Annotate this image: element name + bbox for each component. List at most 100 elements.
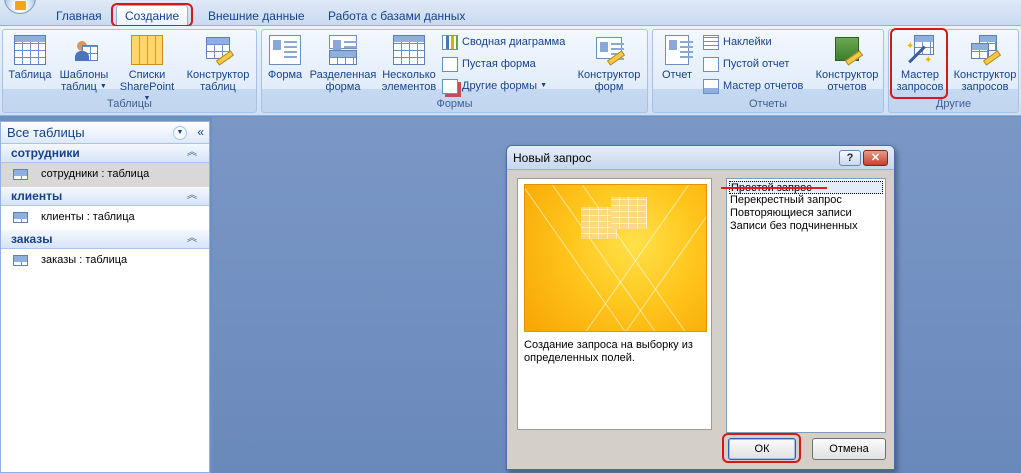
split-form-icon — [327, 35, 359, 65]
nav-group-label: клиенты — [11, 189, 63, 203]
group-tables: Таблица Шаблоны таблиц ▼ Списки SharePoi… — [2, 29, 257, 113]
dialog-title-bar[interactable]: Новый запрос — [507, 146, 894, 170]
report-wizard-button[interactable]: Мастер отчетов — [703, 77, 803, 97]
ok-button[interactable]: ОК — [728, 438, 796, 460]
nav-group-employees[interactable]: сотрудники ︽ — [1, 144, 209, 163]
tab-home[interactable]: Главная — [48, 6, 110, 26]
table-graphic-icon — [611, 197, 647, 229]
group-forms: Форма Разделенная форма Несколько элемен… — [261, 29, 648, 113]
query-designer-label-2: запросов — [961, 81, 1009, 93]
table-designer-label-1: Конструктор — [186, 69, 250, 81]
form-icon — [269, 35, 301, 65]
navigation-pane: Все таблицы ▼ « сотрудники ︽ сотрудники … — [0, 121, 210, 473]
multiple-items-icon — [393, 35, 425, 65]
query-option-duplicates[interactable]: Повторяющиеся записи — [729, 207, 883, 220]
form-designer-label-2: форм — [594, 81, 624, 93]
nav-header-label: Все таблицы — [7, 125, 85, 140]
nav-group-label: заказы — [11, 232, 53, 246]
table-button[interactable]: Таблица — [5, 33, 55, 97]
nav-collapse-icon[interactable]: « — [197, 122, 204, 143]
group-tables-label: Таблицы — [107, 98, 152, 110]
report-designer-label-1: Конструктор — [815, 69, 879, 81]
report-designer-button[interactable]: Конструктор отчетов — [811, 33, 883, 97]
table-templates-button[interactable]: Шаблоны таблиц ▼ — [57, 33, 111, 97]
nav-group-label: сотрудники — [11, 146, 80, 160]
nav-header[interactable]: Все таблицы ▼ « — [1, 122, 209, 144]
sharepoint-lists-button[interactable]: Списки SharePoint ▼ — [115, 33, 179, 102]
table-templates-label-1: Шаблоны — [59, 69, 109, 81]
query-wizard-icon: ✦ ✦ — [904, 35, 936, 66]
query-wizard-label-1: Мастер — [900, 69, 940, 81]
table-icon — [13, 212, 28, 223]
more-forms-label: Другие формы — [462, 80, 538, 92]
report-wizard-label: Мастер отчетов — [723, 80, 804, 92]
blank-form-label: Пустая форма — [462, 58, 536, 70]
highlight-simple-query-underline — [721, 187, 827, 189]
query-type-list[interactable]: Простой запрос Перекрестный запрос Повто… — [726, 178, 886, 433]
report-designer-label-2: отчетов — [827, 81, 867, 93]
query-option-unmatched[interactable]: Записи без подчиненных — [729, 220, 883, 233]
nav-group-orders[interactable]: заказы ︽ — [1, 230, 209, 249]
help-button[interactable]: ? — [839, 150, 861, 166]
report-label: Отчет — [661, 69, 693, 81]
split-form-label-1: Разделенная — [309, 69, 377, 81]
group-reports-label: Отчеты — [748, 98, 788, 110]
multiple-items-label-2: элементов — [381, 81, 437, 93]
close-button[interactable]: ✕ — [863, 150, 888, 166]
ribbon: Таблица Шаблоны таблиц ▼ Списки SharePoi… — [0, 26, 1021, 116]
query-designer-button[interactable]: Конструктор запросов — [951, 33, 1019, 97]
group-forms-label: Формы — [436, 98, 473, 110]
office-button[interactable] — [4, 0, 36, 14]
query-description: Создание запроса на выборку из определен… — [524, 339, 693, 364]
office-logo-icon — [15, 1, 26, 10]
query-designer-icon — [969, 35, 1002, 66]
tab-create[interactable]: Создание — [116, 5, 189, 27]
chevron-up-icon: ︽ — [187, 147, 197, 158]
table-label: Таблица — [8, 69, 52, 81]
tab-external-data[interactable]: Внешние данные — [200, 6, 313, 26]
sharepoint-lists-label-1: Списки — [128, 69, 166, 81]
table-icon — [13, 255, 28, 266]
query-option-crosstab[interactable]: Перекрестный запрос — [729, 194, 883, 207]
nav-menu-dropdown-icon[interactable]: ▼ — [173, 126, 187, 140]
form-designer-icon — [593, 35, 626, 66]
pivot-chart-button[interactable]: Сводная диаграмма — [442, 33, 565, 53]
chevron-up-icon: ︽ — [187, 190, 197, 201]
report-designer-icon — [831, 35, 864, 66]
dialog-preview-panel: Создание запроса на выборку из определен… — [517, 178, 712, 430]
query-designer-label-1: Конструктор — [953, 69, 1017, 81]
blank-report-label: Пустой отчет — [723, 58, 790, 70]
query-wizard-button[interactable]: ✦ ✦ Мастер запросов — [891, 33, 949, 97]
blank-form-button[interactable]: Пустая форма — [442, 55, 536, 75]
ribbon-tab-bar: Главная Создание Внешние данные Работа с… — [0, 0, 1021, 27]
form-button[interactable]: Форма — [264, 33, 306, 97]
pivot-chart-label: Сводная диаграмма — [462, 36, 566, 48]
blank-report-icon — [703, 57, 719, 72]
labels-button[interactable]: Наклейки — [703, 33, 772, 53]
form-designer-button[interactable]: Конструктор форм — [572, 33, 646, 97]
multiple-items-button[interactable]: Несколько элементов — [380, 33, 438, 97]
split-form-button[interactable]: Разделенная форма — [308, 33, 378, 97]
more-forms-icon — [442, 79, 458, 94]
cancel-button[interactable]: Отмена — [812, 438, 886, 460]
report-button[interactable]: Отчет — [655, 33, 699, 97]
tab-database-tools[interactable]: Работа с базами данных — [320, 6, 473, 26]
chevron-up-icon: ︽ — [187, 233, 197, 244]
new-query-dialog: Новый запрос ? ✕ Создание запроса на выб… — [506, 145, 895, 470]
nav-item-orders-table[interactable]: заказы : таблица — [1, 249, 209, 273]
nav-item-employees-table[interactable]: сотрудники : таблица — [1, 163, 209, 187]
query-wizard-label-2: запросов — [896, 81, 944, 93]
labels-label: Наклейки — [723, 36, 772, 48]
nav-item-label: заказы : таблица — [41, 254, 128, 266]
nav-item-clients-table[interactable]: клиенты : таблица — [1, 206, 209, 230]
table-designer-button[interactable]: Конструктор таблиц — [181, 33, 255, 97]
more-forms-button[interactable]: Другие формы ▼ — [442, 77, 547, 97]
nav-group-clients[interactable]: клиенты ︽ — [1, 187, 209, 206]
blank-report-button[interactable]: Пустой отчет — [703, 55, 789, 75]
nav-item-label: сотрудники : таблица — [41, 168, 150, 180]
nav-item-label: клиенты : таблица — [41, 211, 135, 223]
close-icon: ✕ — [870, 152, 881, 164]
labels-icon — [703, 35, 719, 50]
multiple-items-label-1: Несколько — [382, 69, 436, 81]
table-designer-icon — [202, 35, 235, 66]
